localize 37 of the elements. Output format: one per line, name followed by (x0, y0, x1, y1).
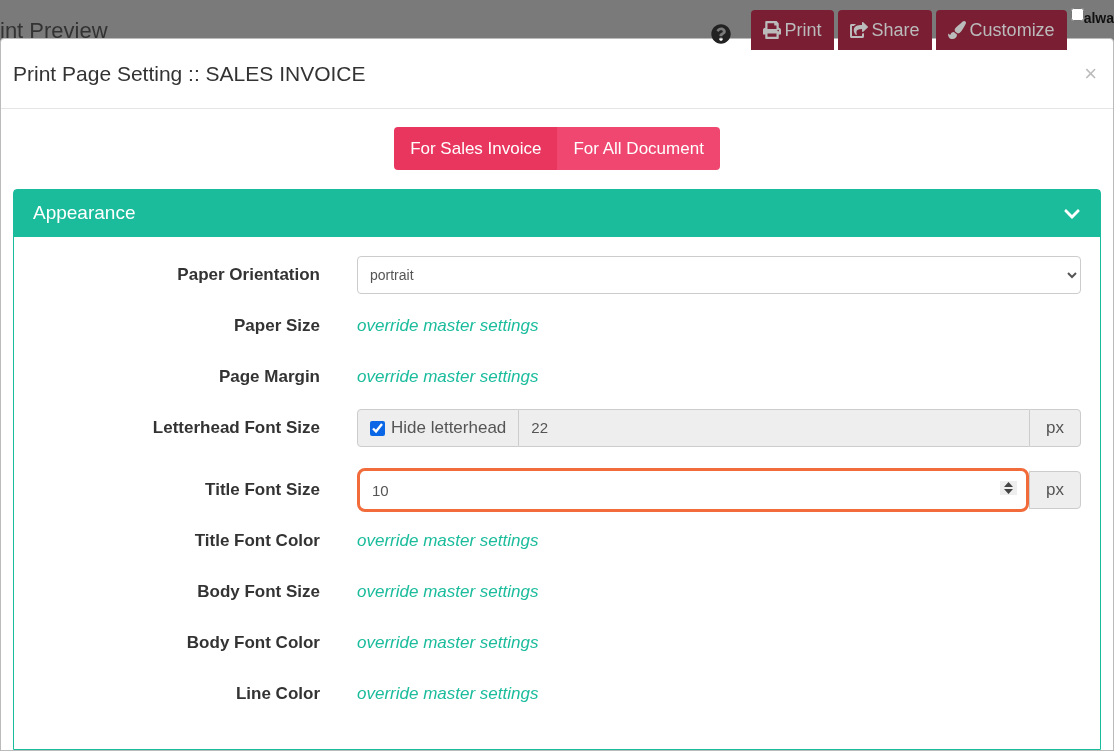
modal-title: Print Page Setting :: SALES INVOICE (13, 60, 366, 87)
px-addon: px (1029, 409, 1081, 447)
panel-title: Appearance (33, 201, 136, 226)
page-title: int Preview (0, 18, 108, 44)
toolbar-button[interactable]: Print (750, 10, 834, 50)
toolbar-button[interactable]: Share (837, 10, 932, 50)
override-link[interactable]: override master settings (357, 316, 539, 336)
field-label: Body Font Color (185, 632, 321, 655)
field-label: Body Font Size (196, 581, 321, 604)
override-link[interactable]: override master settings (357, 684, 539, 704)
override-link[interactable]: override master settings (357, 582, 539, 602)
override-link[interactable]: override master settings (357, 633, 539, 653)
tab[interactable]: For Sales Invoice (394, 127, 558, 170)
always-checkbox[interactable] (1070, 8, 1084, 21)
close-button[interactable]: × (1084, 57, 1097, 90)
spinner-icon[interactable] (1000, 481, 1018, 495)
print-icon (762, 21, 781, 39)
field-label: Line Color (234, 683, 321, 706)
help-icon[interactable] (710, 24, 731, 44)
field-label: Letterhead Font Size (151, 417, 321, 440)
customize-icon (947, 21, 966, 39)
field-label: Paper Orientation (176, 264, 321, 287)
field-label: Title Font Color (193, 530, 321, 553)
px-addon: px (1029, 471, 1081, 509)
orientation-select[interactable]: portrait (357, 256, 1081, 294)
toolbar-button[interactable]: Customize (935, 10, 1067, 50)
tab[interactable]: For All Document (557, 127, 720, 170)
override-link[interactable]: override master settings (357, 531, 539, 551)
checkbox-label: alwa (1083, 9, 1114, 28)
field-label: Title Font Size (204, 479, 321, 502)
field-label: Page Margin (217, 366, 321, 389)
field-label: Paper Size (233, 315, 321, 338)
title-size-field[interactable]: 10 (357, 468, 1030, 512)
override-link[interactable]: override master settings (357, 367, 539, 387)
share-icon (849, 21, 868, 39)
panel-header[interactable]: Appearance (14, 190, 1100, 237)
checkbox-label: Hide letterhead (391, 417, 507, 440)
